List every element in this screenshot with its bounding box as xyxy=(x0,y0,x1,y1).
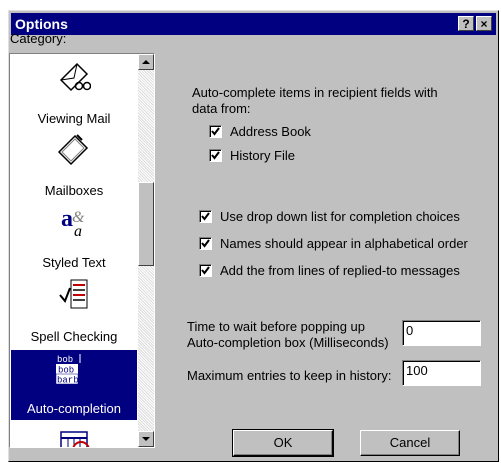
help-icon: ? xyxy=(462,17,470,31)
checkmark-icon xyxy=(201,266,210,275)
drop-down-label[interactable]: Use drop down list for completion choice… xyxy=(220,209,460,224)
cancel-button[interactable]: Cancel xyxy=(360,430,460,456)
arrow-down-icon xyxy=(142,437,150,441)
wait-label-line1: Time to wait before popping up xyxy=(187,319,366,334)
styled-text-icon: a & a xyxy=(61,206,85,238)
title-bar: Options ? × xyxy=(11,13,496,35)
intro-text-line1: Auto-complete items in recipient fields … xyxy=(192,85,438,100)
svg-text:a: a xyxy=(74,223,82,238)
checkmark-icon xyxy=(211,151,220,160)
address-book-checkbox[interactable] xyxy=(209,125,222,138)
category-list[interactable]: Viewing Mail Mailboxes a & a Styled Text… xyxy=(9,53,155,448)
category-item-label: Styled Text xyxy=(42,255,106,270)
arrow-up-icon xyxy=(142,60,150,64)
scroll-down-button[interactable] xyxy=(138,431,154,447)
history-file-checkbox[interactable] xyxy=(209,149,222,162)
alphabetical-checkbox[interactable] xyxy=(199,237,212,250)
from-lines-checkbox[interactable] xyxy=(199,264,212,277)
scroll-thumb[interactable] xyxy=(138,182,154,266)
intro-text-line2: data from: xyxy=(192,101,251,116)
category-item-partial[interactable] xyxy=(11,426,137,447)
spell-checking-icon xyxy=(59,279,88,309)
checkmark-icon xyxy=(211,127,220,136)
category-item-label: Viewing Mail xyxy=(37,111,111,126)
checkmark-icon xyxy=(201,239,210,248)
category-item-label: Mailboxes xyxy=(44,183,104,198)
category-item-label: Auto-completion xyxy=(27,401,121,416)
ok-button[interactable]: OK xyxy=(232,429,334,457)
wait-time-input[interactable]: 0 xyxy=(402,320,481,346)
category-label: Category: xyxy=(10,31,67,46)
window-title: Options xyxy=(15,16,68,32)
svg-text:barb: barb xyxy=(57,376,79,386)
from-lines-label[interactable]: Add the from lines of replied-to message… xyxy=(220,263,460,278)
window-top-strip xyxy=(0,0,501,10)
category-scrollbar[interactable] xyxy=(138,54,154,447)
history-file-label[interactable]: History File xyxy=(230,148,295,163)
max-entries-label: Maximum entries to keep in history: xyxy=(187,368,392,383)
help-button[interactable]: ? xyxy=(458,16,474,31)
category-item-styled-text[interactable]: a & a Styled Text xyxy=(11,202,137,274)
auto-completion-icon: bob bob barb xyxy=(55,354,81,386)
category-item-viewing-mail[interactable]: Viewing Mail xyxy=(11,58,137,130)
calendar-icon xyxy=(60,431,90,447)
alphabetical-label[interactable]: Names should appear in alphabetical orde… xyxy=(220,236,468,251)
address-book-label[interactable]: Address Book xyxy=(230,124,311,139)
category-item-spell-checking[interactable]: Spell Checking xyxy=(11,276,137,348)
category-item-auto-completion[interactable]: bob bob barb Auto-completion xyxy=(11,350,137,420)
close-button[interactable]: × xyxy=(476,16,492,31)
wait-label-line2: Auto-completion box (Milliseconds) xyxy=(187,335,389,350)
category-item-mailboxes[interactable]: Mailboxes xyxy=(11,130,137,202)
svg-text:bob: bob xyxy=(57,355,73,365)
mailboxes-icon xyxy=(57,134,89,166)
checkmark-icon xyxy=(201,212,210,221)
scroll-up-button[interactable] xyxy=(138,54,154,70)
drop-down-checkbox[interactable] xyxy=(199,210,212,223)
close-icon: × xyxy=(480,17,488,31)
viewing-mail-icon xyxy=(59,62,91,92)
category-item-label: Spell Checking xyxy=(30,329,118,344)
max-entries-input[interactable]: 100 xyxy=(402,360,481,386)
